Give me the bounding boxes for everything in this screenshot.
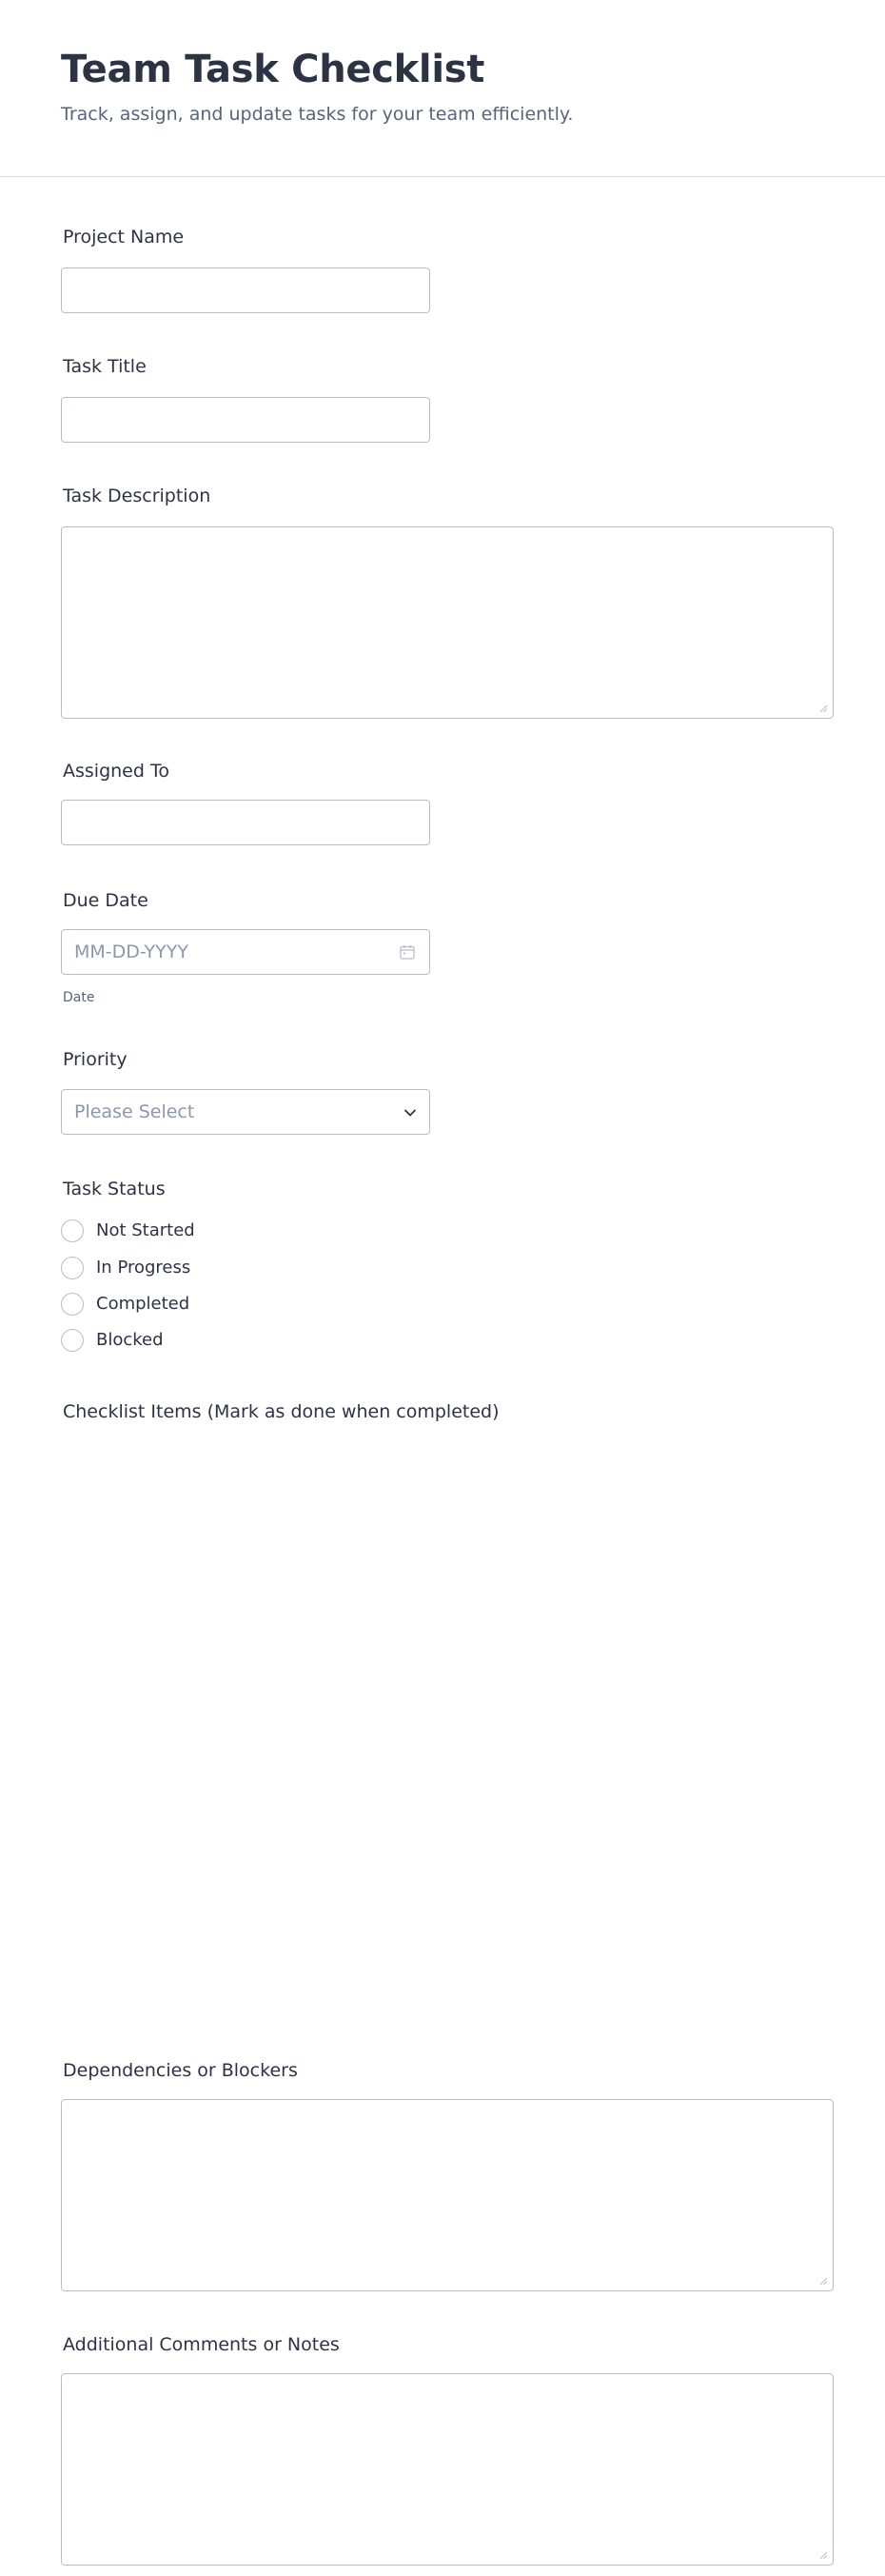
- due-date-field[interactable]: MM-DD-YYYY: [61, 929, 430, 975]
- resize-handle-icon[interactable]: [818, 2550, 828, 2560]
- radio-option-completed[interactable]: Completed: [61, 1293, 346, 1318]
- assigned-to-input[interactable]: [61, 800, 430, 845]
- radio-button[interactable]: [61, 1293, 84, 1316]
- project-name-label: Project Name: [63, 227, 185, 248]
- dependencies-label: Dependencies or Blockers: [63, 2060, 298, 2081]
- resize-handle-icon[interactable]: [818, 703, 828, 713]
- assigned-to-label: Assigned To: [63, 761, 169, 782]
- task-description-label: Task Description: [63, 485, 211, 506]
- calendar-icon[interactable]: [399, 943, 416, 961]
- radio-button[interactable]: [61, 1257, 84, 1279]
- task-description-textarea[interactable]: [61, 526, 834, 719]
- due-date-sublabel: Date: [63, 990, 95, 1005]
- radio-button[interactable]: [61, 1329, 84, 1352]
- comments-textarea[interactable]: [61, 2373, 834, 2566]
- due-date-label: Due Date: [63, 890, 148, 911]
- task-title-input[interactable]: [61, 397, 430, 443]
- resize-handle-icon[interactable]: [818, 2276, 828, 2286]
- checklist-items-label: Checklist Items (Mark as done when compl…: [63, 1401, 500, 1422]
- radio-label: Not Started: [96, 1220, 195, 1240]
- priority-selected-value: Please Select: [74, 1101, 195, 1122]
- page-title: Team Task Checklist: [61, 48, 485, 91]
- radio-label: Blocked: [96, 1330, 164, 1350]
- radio-label: In Progress: [96, 1258, 191, 1278]
- priority-select[interactable]: Please Select: [61, 1089, 430, 1135]
- due-date-placeholder: MM-DD-YYYY: [74, 941, 188, 962]
- page-subtitle: Track, assign, and update tasks for your…: [61, 104, 574, 125]
- radio-option-blocked[interactable]: Blocked: [61, 1329, 346, 1354]
- form-header: Team Task Checklist Track, assign, and u…: [0, 0, 885, 177]
- task-title-label: Task Title: [63, 356, 147, 377]
- radio-button[interactable]: [61, 1219, 84, 1242]
- radio-option-not-started[interactable]: Not Started: [61, 1219, 346, 1244]
- project-name-input[interactable]: [61, 268, 430, 313]
- chevron-down-icon: [404, 1109, 416, 1117]
- comments-label: Additional Comments or Notes: [63, 2334, 340, 2355]
- task-status-label: Task Status: [63, 1179, 166, 1199]
- radio-label: Completed: [96, 1294, 190, 1314]
- dependencies-textarea[interactable]: [61, 2099, 834, 2291]
- radio-option-in-progress[interactable]: In Progress: [61, 1257, 346, 1281]
- priority-label: Priority: [63, 1049, 128, 1070]
